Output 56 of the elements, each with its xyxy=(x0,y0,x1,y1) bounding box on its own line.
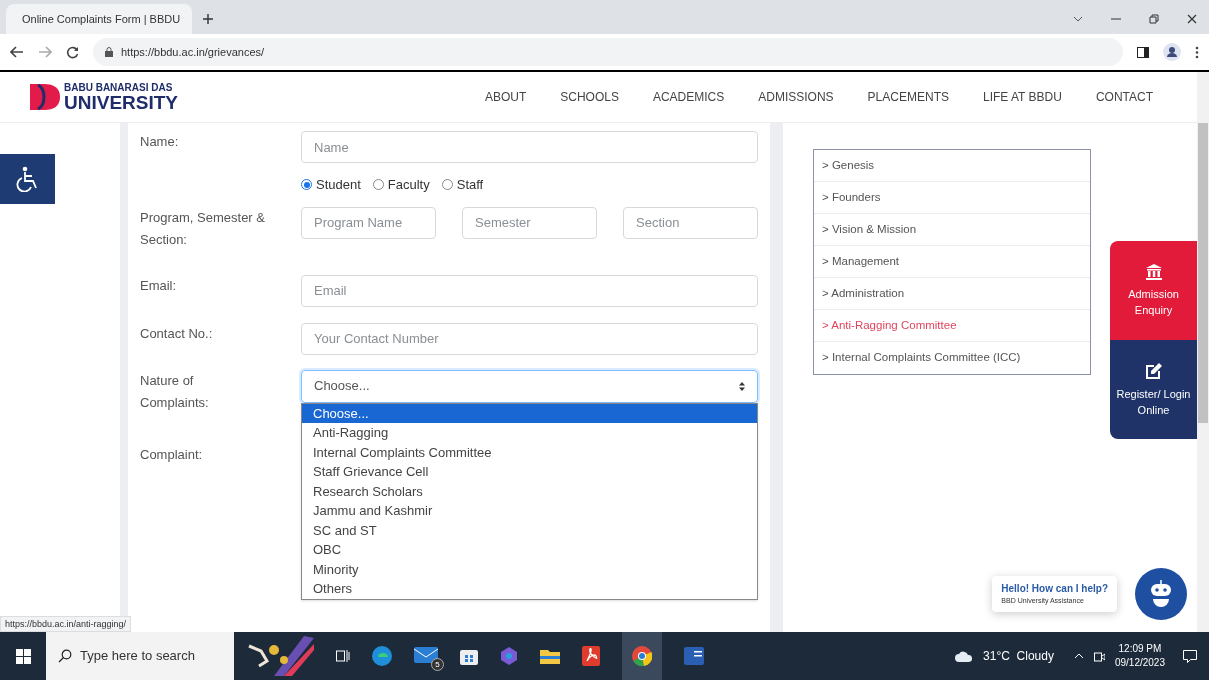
sidebar-item[interactable]: > Management xyxy=(814,246,1090,278)
sidebar-item[interactable]: > Administration xyxy=(814,278,1090,310)
browser-tab[interactable]: Online Complaints Form | BBDU xyxy=(6,4,192,34)
radio-label: Faculty xyxy=(387,176,430,194)
nav-link[interactable]: ABOUT xyxy=(484,88,527,106)
text-field[interactable]: Program Name xyxy=(301,206,436,239)
select-field[interactable]: Choose... xyxy=(301,369,758,403)
notification-badge: 5 xyxy=(431,658,444,671)
sidebar-item[interactable]: > Founders xyxy=(814,182,1090,214)
text-field[interactable]: Semester xyxy=(462,206,597,239)
admission-enquiry-button[interactable]: Admission Enquiry xyxy=(1110,241,1197,340)
radio-label: Staff xyxy=(456,176,484,194)
dropdown-option[interactable]: Internal Complaints Committee xyxy=(302,442,757,462)
dropdown-option[interactable]: OBC xyxy=(302,540,757,560)
dropdown-option[interactable]: Minority xyxy=(302,559,757,579)
field-label: Name: xyxy=(140,133,180,151)
text-field[interactable]: Name xyxy=(301,131,758,163)
register-button[interactable]: Register/ Login Online xyxy=(1110,340,1197,439)
sidebar-item[interactable]: > Internal Complaints Committee (ICC) xyxy=(814,342,1090,374)
field-label: Nature of Complaints: xyxy=(140,371,210,412)
weather-text[interactable]: 31°C Cloudy xyxy=(983,647,1054,665)
text-field[interactable]: Email xyxy=(301,274,758,307)
tab-title: Online Complaints Form | BBDU xyxy=(22,11,181,27)
nav-link[interactable]: ADMISSIONS xyxy=(758,88,834,106)
field-label: Email: xyxy=(140,276,178,295)
dropdown-option[interactable]: Jammu and Kashmir xyxy=(302,501,757,521)
dropdown-option[interactable]: SC and ST xyxy=(302,520,757,540)
chat-title: Hello! How can I help? xyxy=(1001,582,1108,597)
dropdown-option[interactable]: Choose... xyxy=(302,403,757,423)
nav-link[interactable]: LIFE AT BBDU xyxy=(982,88,1062,106)
field-label: Program, Semester & Section: xyxy=(140,208,266,249)
dropdown-option[interactable]: Staff Grievance Cell xyxy=(302,462,757,482)
logo-text: BABU BANARASI DAS xyxy=(64,82,174,93)
nav-link[interactable]: CONTACT xyxy=(1095,88,1153,106)
text-field[interactable]: Your Contact Number xyxy=(301,322,758,355)
logo[interactable]: BABU BANARASI DAS UNIVERSITY xyxy=(30,82,179,112)
nav-link[interactable]: ACADEMICS xyxy=(652,88,725,106)
radio-label: Student xyxy=(316,176,361,194)
text-field[interactable]: Section xyxy=(623,206,758,239)
status-url: https://bbdu.ac.in/anti-ragging/ xyxy=(0,616,132,632)
url-text: https://bbdu.ac.in/grievances/ xyxy=(121,44,265,60)
dropdown-option[interactable]: Anti-Ragging xyxy=(302,423,757,443)
sidebar-item[interactable]: > Genesis xyxy=(814,150,1090,182)
sidebar-item[interactable]: > Vision & Mission xyxy=(814,214,1090,246)
clock-date[interactable]: 09/12/2023 xyxy=(1114,656,1165,670)
logo-text: UNIVERSITY xyxy=(64,92,179,112)
field-label: Contact No.: xyxy=(140,324,214,343)
nav-link[interactable]: SCHOOLS xyxy=(560,88,619,106)
clock-time[interactable]: 12:09 PM xyxy=(1118,642,1162,656)
dropdown-option[interactable]: Research Scholars xyxy=(302,481,757,501)
taskbar-search-field[interactable]: Type here to search xyxy=(46,632,234,680)
address-bar[interactable]: https://bbdu.ac.in/grievances/ xyxy=(93,38,1123,66)
field-label: Complaint: xyxy=(140,445,204,464)
dropdown-option[interactable]: Others xyxy=(302,579,757,599)
sidebar-item[interactable]: > Anti-Ragging Committee xyxy=(814,310,1090,342)
nav-link[interactable]: PLACEMENTS xyxy=(867,88,949,106)
